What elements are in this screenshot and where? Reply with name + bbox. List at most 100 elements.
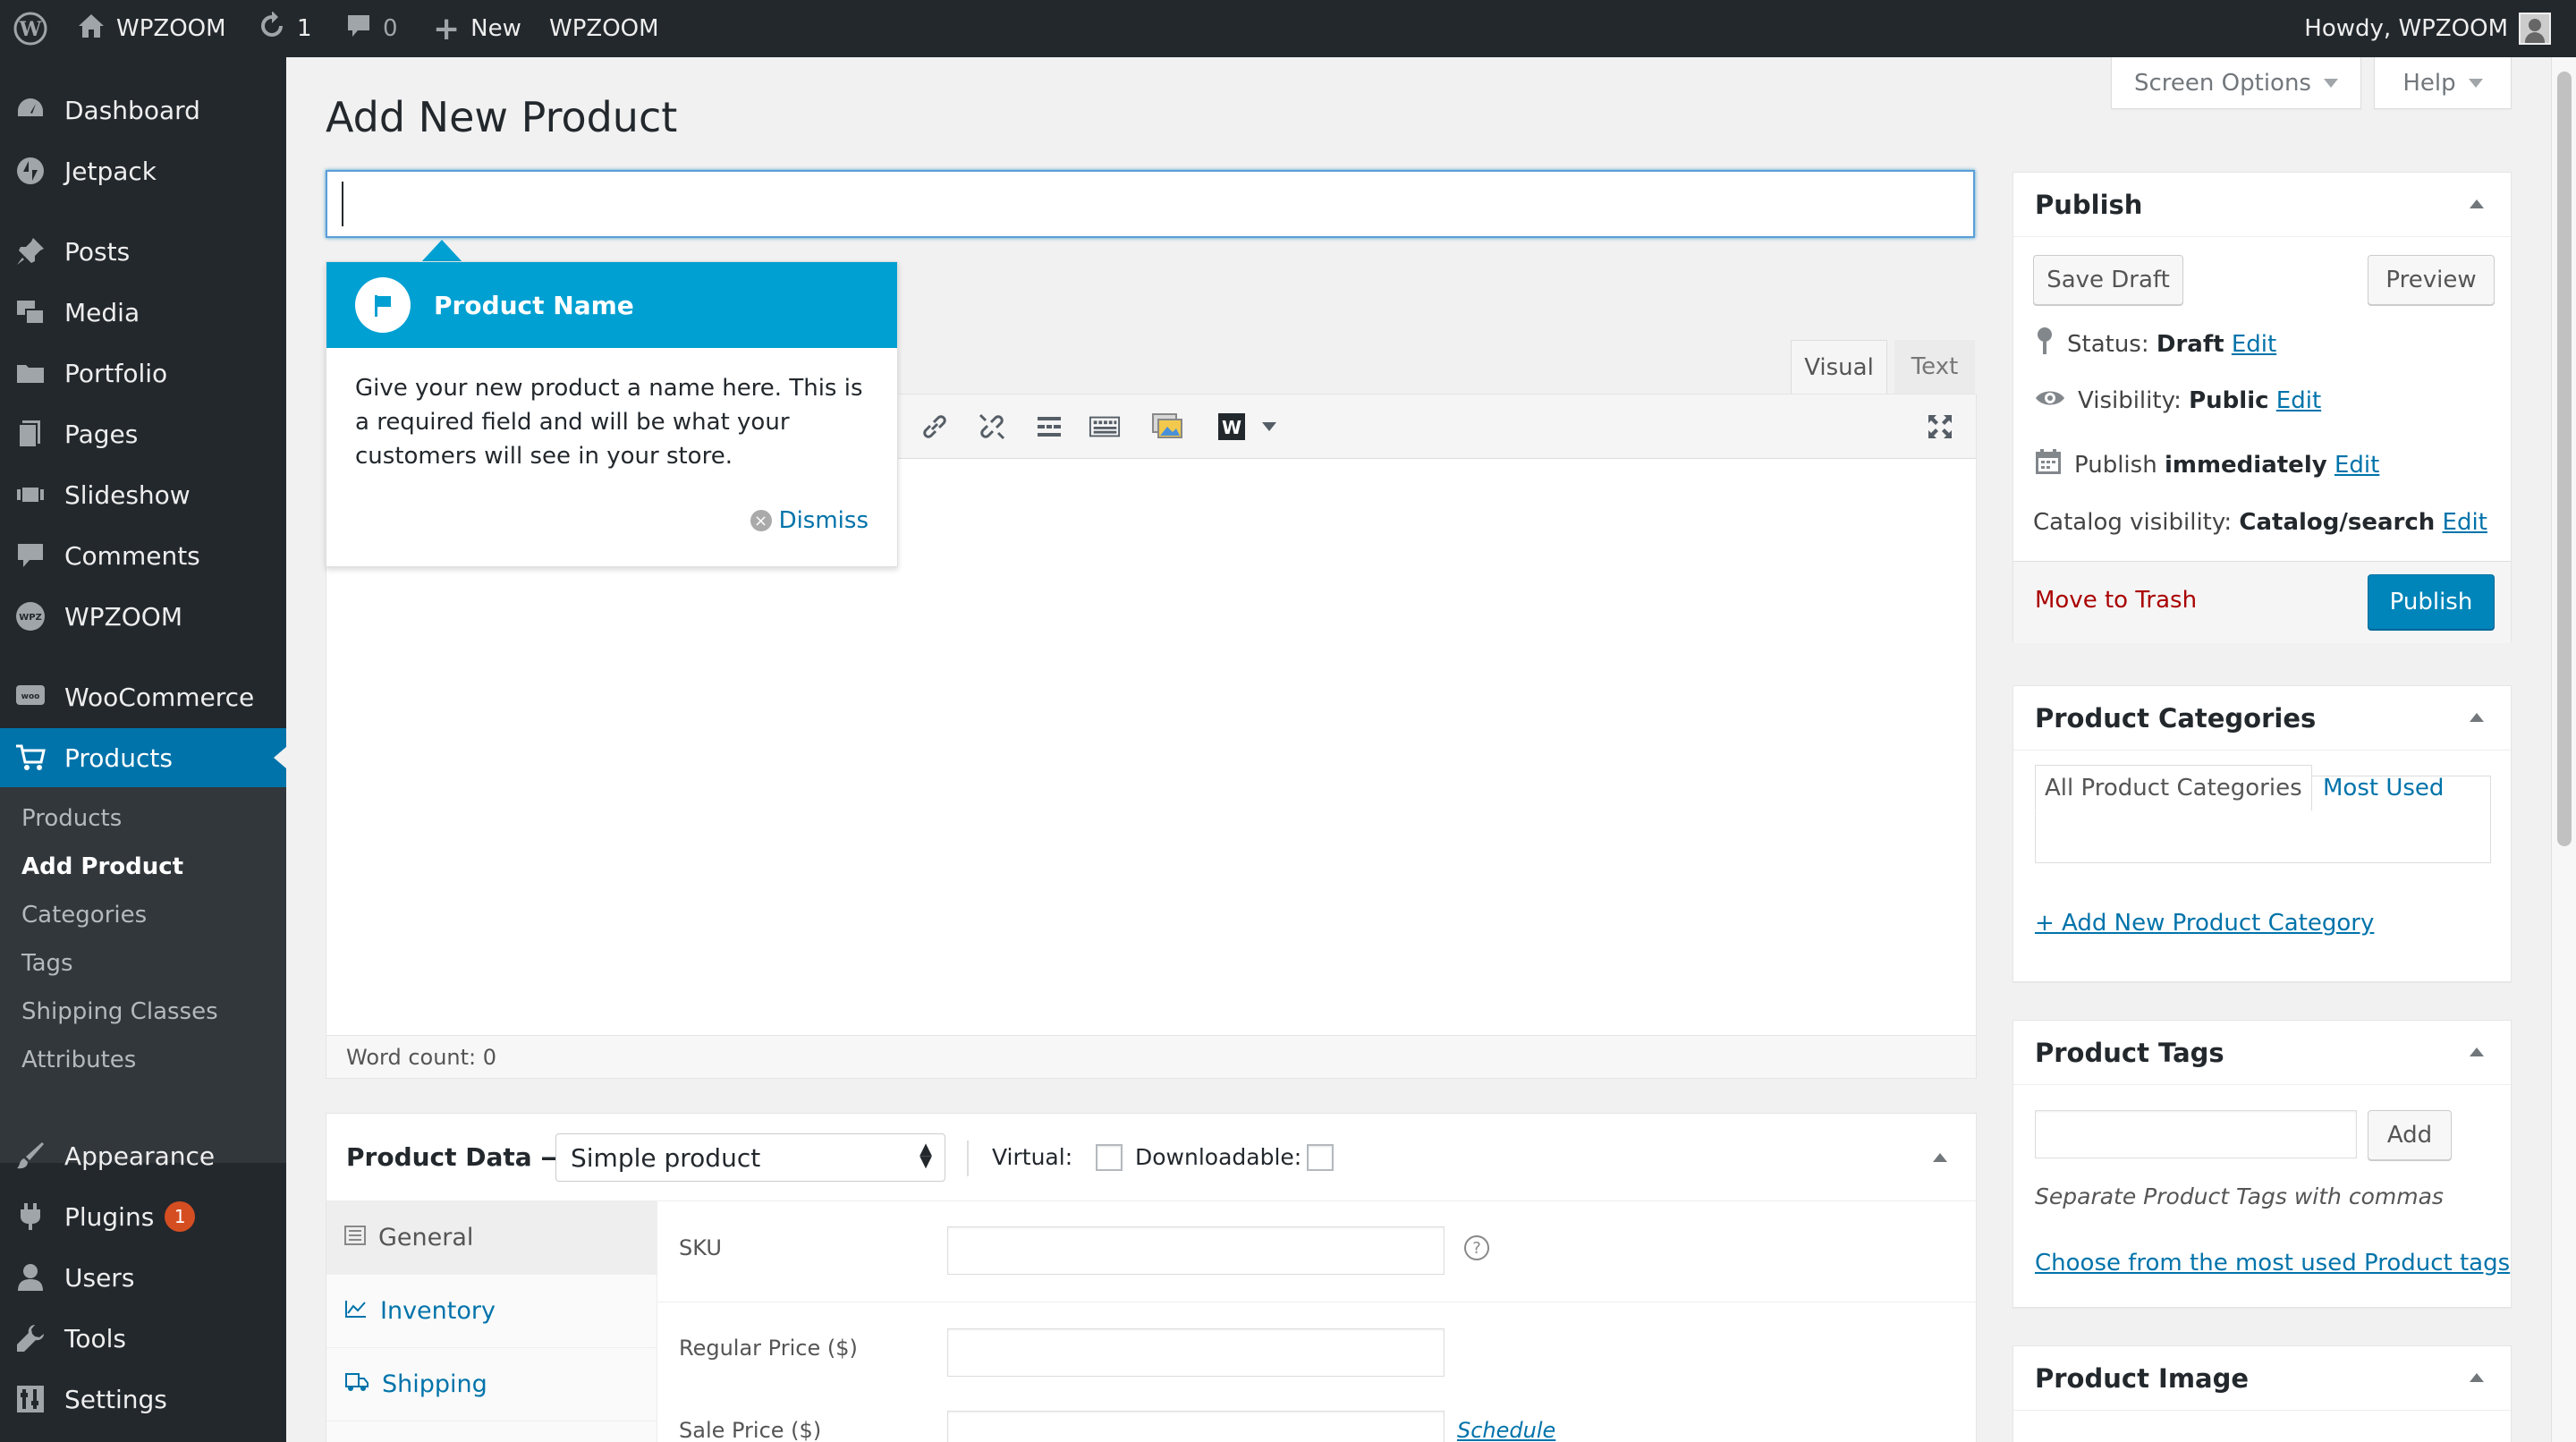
help-tip-icon[interactable]: ? [1464, 1235, 1489, 1260]
submenu-products[interactable]: Products [21, 805, 122, 832]
collapse-toggle-icon[interactable] [1933, 1153, 1947, 1162]
wpzoom-link[interactable]: WPZOOM [549, 0, 659, 57]
screen-options-button[interactable]: Screen Options [2111, 57, 2361, 109]
pointer-title: Product Name [434, 290, 634, 320]
downloadable-checkbox[interactable] [1307, 1144, 1334, 1171]
collapse-toggle-icon[interactable] [2470, 1373, 2484, 1382]
menu-settings[interactable]: Settings [0, 1370, 286, 1429]
add-new-category-link[interactable]: + Add New Product Category [2035, 910, 2374, 937]
catalog-visibility-edit-link[interactable]: Edit [2443, 509, 2487, 536]
menu-tools[interactable]: Tools [0, 1309, 286, 1368]
divider [967, 1141, 969, 1176]
tab-inventory[interactable]: Inventory [326, 1275, 657, 1348]
tab-most-used[interactable]: Most Used [2314, 765, 2453, 811]
virtual-label: Virtual: [992, 1144, 1073, 1170]
menu-slideshow[interactable]: Slideshow [0, 465, 286, 524]
unlink-icon[interactable] [976, 411, 1008, 443]
avatar [2519, 13, 2551, 45]
scrollbar-thumb[interactable] [2557, 72, 2572, 846]
catalog-visibility-row: Catalog visibility: Catalog/search Edit [2033, 509, 2487, 536]
product-data-title: Product Data — [346, 1142, 566, 1172]
visibility-edit-link[interactable]: Edit [2276, 387, 2321, 414]
fullscreen-icon[interactable] [1924, 411, 1956, 443]
read-more-icon[interactable] [1033, 411, 1065, 443]
link-icon[interactable] [919, 411, 951, 443]
eye-icon [2035, 387, 2065, 414]
sku-input[interactable] [947, 1226, 1445, 1275]
menu-posts[interactable]: Posts [0, 222, 286, 281]
pointer-text: Give your new product a name here. This … [355, 375, 863, 470]
menu-woocommerce[interactable]: woo WooCommerce [0, 667, 286, 726]
collapse-toggle-icon[interactable] [2470, 1048, 2484, 1056]
menu-wpzoom[interactable]: WPZ WPZOOM [0, 587, 286, 646]
product-data-box: Product Data — Simple product ▲ ▼ Virtual… [326, 1113, 1978, 1442]
menu-media[interactable]: Media [0, 283, 286, 342]
move-to-trash-link[interactable]: Move to Trash [2035, 587, 2197, 614]
wordpress-logo-icon[interactable]: W [13, 0, 48, 57]
sale-price-input[interactable] [947, 1411, 1445, 1442]
wpzoom-shortcode-icon[interactable]: W [1216, 411, 1248, 443]
word-count: Word count: 0 [326, 1035, 1976, 1078]
help-button[interactable]: Help [2374, 57, 2512, 109]
menu-plugins[interactable]: Plugins 1 [0, 1187, 286, 1246]
product-type-select[interactable]: Simple product ▲ ▼ [555, 1133, 945, 1182]
submenu-add-product[interactable]: Add Product [21, 853, 183, 880]
preview-button[interactable]: Preview [2368, 255, 2495, 305]
plugin-icon [14, 1200, 47, 1233]
pin-icon [14, 235, 47, 267]
flag-icon [355, 277, 411, 333]
product-title-input[interactable] [326, 170, 1975, 238]
schedule-link[interactable]: Schedule [1457, 1418, 1555, 1442]
new-content-link[interactable]: + New [433, 0, 521, 57]
virtual-checkbox[interactable] [1096, 1144, 1123, 1171]
comment-bubble-icon [345, 13, 372, 46]
collapse-toggle-icon[interactable] [2470, 199, 2484, 208]
comment-icon [14, 539, 47, 572]
menu-portfolio[interactable]: Portfolio [0, 344, 286, 403]
menu-pages[interactable]: Pages [0, 404, 286, 463]
choose-tags-link[interactable]: Choose from the most used Product tags [2035, 1250, 2510, 1277]
shortcode-dropdown-icon[interactable] [1253, 411, 1285, 443]
admin-sidebar: Dashboard Jetpack Posts Media Portfolio … [0, 57, 286, 1442]
updates-link[interactable]: 1 [258, 0, 312, 57]
tab-shipping[interactable]: Shipping [326, 1348, 657, 1421]
tab-general[interactable]: General [326, 1201, 657, 1275]
page-scrollbar[interactable] [2551, 57, 2576, 1442]
publish-date-edit-link[interactable]: Edit [2334, 452, 2379, 479]
add-media-icon[interactable] [1151, 411, 1183, 443]
dismiss-link[interactable]: × Dismiss [750, 507, 869, 534]
tab-visual[interactable]: Visual [1791, 340, 1887, 394]
comments-link[interactable]: 0 [345, 0, 398, 57]
wrench-icon [14, 1322, 47, 1354]
add-tag-button[interactable]: Add [2368, 1110, 2452, 1160]
pointer-arrow [420, 240, 463, 263]
publish-date-row: Publish immediately Edit [2035, 448, 2379, 481]
collapse-toggle-icon[interactable] [2470, 713, 2484, 722]
tab-all-categories[interactable]: All Product Categories [2035, 765, 2312, 811]
submenu-attributes[interactable]: Attributes [21, 1047, 136, 1073]
publish-button[interactable]: Publish [2368, 574, 2495, 630]
save-draft-button[interactable]: Save Draft [2033, 255, 2183, 305]
account-menu[interactable]: Howdy, WPZOOM [2304, 0, 2551, 57]
menu-users[interactable]: Users [0, 1248, 286, 1307]
media-icon [14, 296, 47, 328]
site-name-link[interactable]: WPZOOM [77, 0, 226, 57]
tab-text[interactable]: Text [1894, 340, 1975, 394]
submenu-shipping-classes[interactable]: Shipping Classes [21, 998, 218, 1025]
status-edit-link[interactable]: Edit [2232, 331, 2276, 358]
menu-appearance[interactable]: Appearance [0, 1126, 286, 1185]
submenu-categories[interactable]: Categories [21, 902, 147, 929]
close-icon: × [750, 510, 772, 531]
brush-icon [14, 1140, 47, 1172]
menu-jetpack[interactable]: Jetpack [0, 141, 286, 200]
submenu-tags[interactable]: Tags [21, 950, 73, 977]
menu-comments[interactable]: Comments [0, 526, 286, 585]
keyboard-icon[interactable] [1089, 411, 1121, 443]
categories-box-header: Product Categories [2013, 686, 2511, 751]
regular-price-input[interactable] [947, 1328, 1445, 1377]
menu-products[interactable]: Products [0, 728, 286, 787]
svg-text:W: W [19, 18, 42, 41]
menu-dashboard[interactable]: Dashboard [0, 81, 286, 140]
tag-input[interactable] [2035, 1110, 2357, 1158]
product-image-box: Product Image [2012, 1345, 2512, 1442]
